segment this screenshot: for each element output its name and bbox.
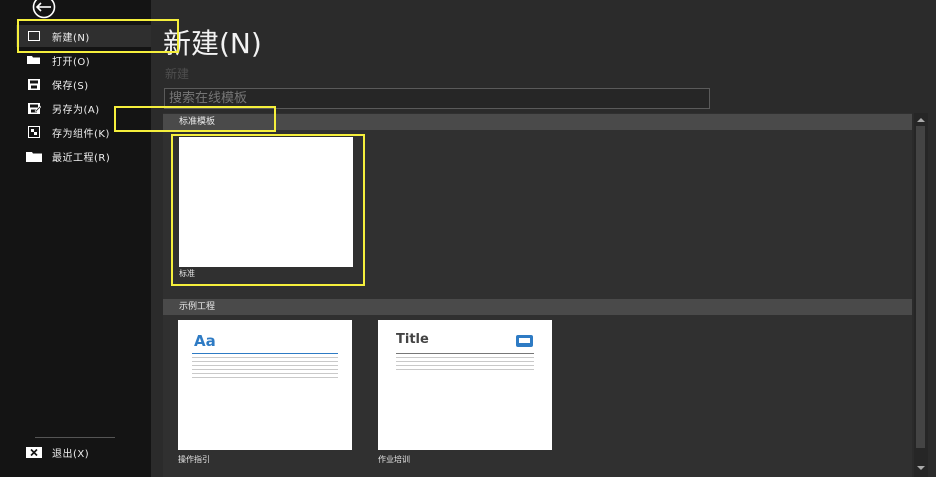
save-component-icon xyxy=(25,125,43,139)
template-card-label: 操作指引 xyxy=(178,455,210,464)
sidebar-item-recent[interactable]: 最近工程(R) xyxy=(16,145,151,167)
preview-line xyxy=(192,369,338,370)
page-title: 新建(N) xyxy=(163,27,262,60)
section-title: 示例工程 xyxy=(179,302,216,312)
preview-line xyxy=(192,377,338,378)
preview-rule xyxy=(396,353,534,354)
template-card-training[interactable]: Title xyxy=(378,320,552,450)
sidebar-item-label: 新建(N) xyxy=(52,32,90,44)
sidebar-item-label: 打开(O) xyxy=(52,56,91,68)
preview-line xyxy=(192,357,338,358)
section-title: 标准模板 xyxy=(179,117,216,127)
scrollbar-thumb[interactable] xyxy=(916,126,925,448)
preview-line xyxy=(396,357,534,358)
sidebar-item-label: 另存为(A) xyxy=(52,104,100,116)
sidebar-divider xyxy=(35,437,115,438)
preview-line xyxy=(192,361,338,362)
back-button[interactable] xyxy=(26,0,62,19)
template-card-label: 标准 xyxy=(179,269,195,278)
sidebar-item-new[interactable]: 新建(N) xyxy=(16,25,151,47)
scroll-up-icon xyxy=(917,118,925,122)
preview-line xyxy=(192,365,338,366)
section-header-standard: 标准模板 xyxy=(163,114,912,130)
sidebar-item-save-as[interactable]: 另存为(A) xyxy=(16,97,151,119)
section-subtitle: 新建 xyxy=(165,67,190,81)
preview-line xyxy=(396,361,534,362)
preview-line xyxy=(396,369,534,370)
back-arrow-icon xyxy=(32,0,56,19)
preview-heading: Title xyxy=(396,332,429,347)
preview-line xyxy=(396,365,534,366)
chat-icon xyxy=(516,335,533,347)
sidebar-item-open[interactable]: 打开(O) xyxy=(16,49,151,71)
scroll-down-icon xyxy=(917,466,925,470)
template-card-guide[interactable]: Aa xyxy=(178,320,352,450)
preview-line xyxy=(192,373,338,374)
sidebar-item-label: 最近工程(R) xyxy=(52,152,111,164)
template-card-label: 作业培训 xyxy=(378,455,410,464)
section-header-examples: 示例工程 xyxy=(163,299,912,315)
search-input[interactable] xyxy=(164,88,710,109)
open-folder-icon xyxy=(25,53,43,67)
sidebar-item-save[interactable]: 保存(S) xyxy=(16,73,151,95)
preview-heading: Aa xyxy=(194,332,216,350)
new-document-icon xyxy=(25,29,43,43)
sidebar-item-label: 退出(X) xyxy=(52,448,90,460)
backstage-sidebar: 新建(N) 打开(O) 保存(S) 另存为(A) 存为组件(K) 最近工程(R) xyxy=(0,0,151,477)
sidebar-item-exit[interactable]: 退出(X) xyxy=(16,441,151,463)
preview-rule xyxy=(192,353,338,354)
save-icon xyxy=(25,77,43,91)
exit-icon xyxy=(25,445,43,459)
sidebar-item-label: 存为组件(K) xyxy=(52,128,110,140)
template-card-standard[interactable] xyxy=(179,137,353,267)
recent-folder-icon xyxy=(25,149,43,163)
save-as-icon xyxy=(25,101,43,115)
sidebar-item-save-component[interactable]: 存为组件(K) xyxy=(16,121,151,143)
sidebar-item-label: 保存(S) xyxy=(52,80,89,92)
